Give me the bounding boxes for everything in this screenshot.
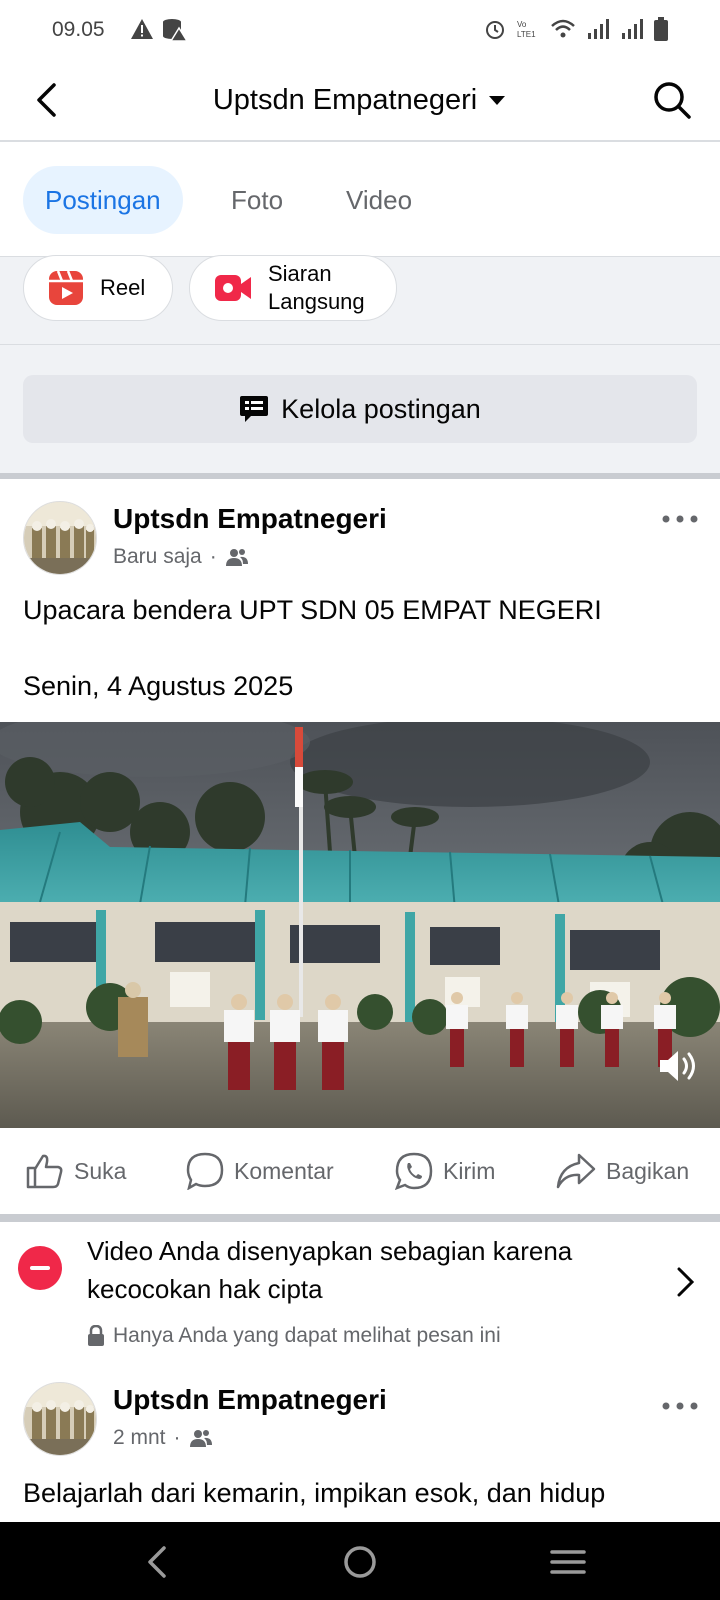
post: Uptsdn Empatnegeri 2 mnt · Belajarlah da… [0,1352,720,1522]
tab-video[interactable]: Video [324,166,434,234]
signal-icon [622,19,643,39]
manage-posts-icon [240,396,269,422]
page-title: Uptsdn Empatnegeri [212,84,478,116]
send-label: Kirim [443,1157,496,1184]
tab-postingan[interactable]: Postingan [23,166,183,234]
volume-icon[interactable] [658,1048,700,1084]
post-video[interactable] [0,722,720,1128]
share-button[interactable]: Bagikan [556,1153,689,1189]
share-label: Bagikan [606,1157,690,1184]
like-button[interactable]: Suka [26,1153,126,1189]
nav-home-icon[interactable] [338,1540,382,1584]
reel-label: Reel [100,275,146,300]
nav-recents-icon[interactable] [546,1540,590,1584]
alert-minus-icon [18,1246,62,1290]
svg-text:Vo: Vo [517,20,527,29]
reel-button[interactable]: Reel [23,255,173,321]
reel-icon [49,270,83,305]
whatsapp-icon [395,1152,433,1190]
friends-audience-icon [189,1430,212,1447]
manage-area: Kelola postingan [0,345,720,475]
post-author[interactable]: Uptsdn Empatnegeri [113,503,387,535]
like-label: Suka [74,1157,127,1184]
notice-subtext: Hanya Anda yang dapat melihat pesan ini [113,1324,501,1347]
system-nav-bar [0,1522,720,1600]
status-bar: 09.05 Vo LTE1 [0,0,720,60]
post-text-line: Senin, 4 Agustus 2025 [23,671,294,701]
comment-button[interactable]: Komentar [186,1152,334,1190]
video-frame [0,722,720,1128]
battery-icon [654,17,668,41]
send-button[interactable]: Kirim [395,1152,495,1190]
share-icon [556,1153,596,1189]
avatar[interactable] [23,501,97,575]
storage-warning-icon [163,19,188,42]
tab-foto[interactable]: Foto [209,166,305,234]
page-header: Uptsdn Empatnegeri [0,62,720,142]
more-options-icon[interactable] [660,509,700,529]
comment-icon [186,1152,224,1190]
warning-icon [131,19,153,39]
divider [0,1214,720,1222]
profile-tabs: Postingan Foto Video [0,142,720,257]
signal-icon [588,19,609,39]
volte-icon: VoLTE1 [517,20,536,39]
live-video-icon [215,275,251,301]
chevron-right-icon[interactable] [674,1264,698,1300]
post-author[interactable]: Uptsdn Empatnegeri [113,1384,387,1416]
lock-icon [88,1325,104,1346]
create-row: Reel Siaran Langsung [0,255,720,345]
avatar[interactable] [23,1382,97,1456]
copyright-notice[interactable]: Video Anda disenyapkan sebagian karena k… [0,1222,720,1352]
status-time: 09.05 [52,18,105,41]
more-options-icon[interactable] [660,1396,700,1416]
live-label-line2: Langsung [268,289,365,314]
live-label-line1: Siaran [268,261,332,286]
post-time: 2 mnt [113,1426,166,1449]
friends-audience-icon [225,549,248,566]
page-title-dropdown[interactable]: Uptsdn Empatnegeri [0,84,720,117]
search-icon[interactable] [652,80,692,120]
post-actions: Suka Komentar Kirim Bagikan [0,1128,720,1214]
post-text-line: Upacara bendera UPT SDN 05 EMPAT NEGERI [23,595,602,625]
alarm-icon [486,21,504,39]
thumbs-up-icon [26,1154,63,1189]
caret-down-icon [489,96,506,106]
manage-posts-label: Kelola postingan [281,393,481,424]
wifi-icon [551,19,575,38]
notice-text: Video Anda disenyapkan sebagian karena k… [87,1236,573,1304]
nav-back-icon[interactable] [136,1540,180,1584]
comment-label: Komentar [234,1157,334,1184]
post-text-line: Belajarlah dari kemarin, impikan esok, d… [23,1478,606,1508]
manage-posts-button[interactable]: Kelola postingan [23,375,697,443]
post-time: Baru saja [113,545,202,568]
live-button[interactable]: Siaran Langsung [189,255,397,321]
svg-text:LTE1: LTE1 [517,30,536,39]
